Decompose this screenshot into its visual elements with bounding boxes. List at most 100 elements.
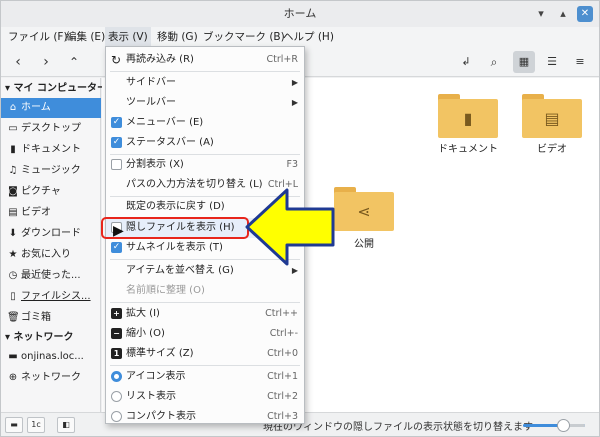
reload-icon: ↻ <box>111 53 122 67</box>
minimize-icon[interactable]: ▾ <box>533 6 549 22</box>
menu-bar: ファイル (F) 編集 (E) 表示 (V) 移動 (G) ブックマーク (B)… <box>1 27 599 47</box>
open-terminal-icon[interactable]: ↲ <box>455 51 477 73</box>
sidebar-item-label: ドキュメント <box>21 144 81 155</box>
film-icon: ▤ <box>544 109 560 128</box>
menu-item-list-view[interactable]: リスト表示 Ctrl+2 <box>106 387 304 407</box>
sidebar-section-my-computer[interactable]: ▾ マイ コンピューター <box>1 80 107 98</box>
sidebar-toggle-icon[interactable]: ◧ <box>57 417 75 433</box>
folder-public[interactable]: ⋖ <box>334 187 394 231</box>
checkbox-checked-icon: ✓ <box>111 137 122 148</box>
icon-view-icon[interactable]: ▦ <box>513 51 535 73</box>
back-icon[interactable]: ‹ <box>7 51 29 73</box>
sidebar-item-label: ファイルシス... <box>21 291 91 302</box>
sidebar-item-label: ミュージック <box>21 165 81 176</box>
menu-item-reload[interactable]: ↻ 再読み込み (R) Ctrl+R <box>106 50 304 70</box>
sidebar-item-label: ホーム <box>21 102 51 113</box>
folder-label: ビデオ <box>537 144 567 155</box>
folder-videos[interactable]: ▤ <box>522 94 582 138</box>
menu-item-compact-view[interactable]: コンパクト表示 Ctrl+3 <box>106 407 304 427</box>
menu-item-menubar[interactable]: ✓ メニューバー (E) <box>106 113 304 133</box>
annotation-arrow-icon <box>245 188 335 266</box>
clock-icon: ◷ <box>8 270 18 281</box>
menu-help[interactable]: ヘルプ (H) <box>280 27 337 47</box>
normal-size-icon: 1 <box>111 348 122 359</box>
sidebar-item-favorites[interactable]: ★ お気に入り <box>1 245 101 265</box>
submenu-arrow-icon: ▶ <box>291 78 298 87</box>
sidebar-item-home[interactable]: ⌂ ホーム <box>1 98 101 118</box>
places-toggle-icon[interactable]: ▬ <box>5 417 23 433</box>
close-icon[interactable]: ✕ <box>577 6 593 22</box>
file-manager-window: ホーム ▾ ▴ ✕ ファイル (F) 編集 (E) 表示 (V) 移動 (G) … <box>0 0 600 437</box>
menu-go[interactable]: 移動 (G) <box>154 27 201 47</box>
sidebar-item-music[interactable]: ♫ ミュージック <box>1 161 101 181</box>
sidebar-item-downloads[interactable]: ⬇ ダウンロード <box>1 224 101 244</box>
drive-icon: ▯ <box>10 291 16 302</box>
document-icon: ▮ <box>10 144 16 155</box>
menu-item-icon-view[interactable]: アイコン表示 Ctrl+1 <box>106 367 304 387</box>
sidebar-section-network[interactable]: ▾ ネットワーク <box>1 329 101 347</box>
share-icon: ⋖ <box>357 202 371 221</box>
menu-item-sidebar[interactable]: サイドバー ▶ <box>106 73 304 93</box>
sidebar-item-pictures[interactable]: ◙ ピクチャ <box>1 182 101 202</box>
zoom-out-icon: − <box>111 328 122 339</box>
mouse-cursor-icon: ▶ <box>113 223 124 239</box>
sidebar-item-onjinas[interactable]: ▬ onjinas.loc... <box>1 347 101 367</box>
menu-edit[interactable]: 編集 (E) <box>63 27 108 47</box>
desktop-icon: ▭ <box>8 123 18 134</box>
radio-selected-icon <box>111 371 122 382</box>
radio-unselected-icon <box>111 391 122 402</box>
star-icon: ★ <box>8 249 18 260</box>
sidebar-section-title: ネットワーク <box>13 332 74 343</box>
sidebar: ▾ マイ コンピューター ⌂ ホーム ▭ デスクトップ ▮ ドキュメント ♫ ミュージッ… <box>1 78 107 412</box>
sidebar-item-trash[interactable]: 🗑 ゴミ箱 <box>1 308 101 328</box>
menu-item-zoom-in[interactable]: + 拡大 (I) Ctrl++ <box>106 304 304 324</box>
sidebar-item-label: お気に入り <box>21 249 71 260</box>
folder-documents[interactable]: ▮ <box>438 94 498 138</box>
compact-view-icon[interactable]: ≡ <box>569 51 591 73</box>
search-icon[interactable]: ⌕ <box>483 51 505 73</box>
menu-item-statusbar[interactable]: ✓ ステータスバー (A) <box>106 133 304 153</box>
sidebar-section-title: マイ コンピューター <box>13 83 107 94</box>
sidebar-item-label: 最近使った... <box>21 270 81 281</box>
forward-icon[interactable]: › <box>35 51 57 73</box>
checkbox-unchecked-icon <box>111 159 122 170</box>
network-icon: ⊕ <box>8 372 18 383</box>
maximize-icon[interactable]: ▴ <box>555 6 571 22</box>
sidebar-item-network[interactable]: ⊕ ネットワーク <box>1 368 101 388</box>
menu-view[interactable]: 表示 (V) <box>105 27 151 47</box>
submenu-arrow-icon: ▶ <box>291 98 298 107</box>
sidebar-item-recent[interactable]: ◷ 最近使った... <box>1 266 101 286</box>
tree-toggle-button[interactable]: 1c <box>27 417 45 433</box>
window-title: ホーム <box>283 7 317 20</box>
sidebar-item-label: ゴミ箱 <box>21 312 51 323</box>
sidebar-item-label: ビデオ <box>21 207 51 218</box>
title-bar[interactable]: ホーム <box>1 1 599 27</box>
menu-item-arrange-by-name: 名前順に整理 (O) <box>126 285 205 296</box>
sidebar-item-filesystem[interactable]: ▯ ファイルシス... <box>1 287 101 307</box>
menu-bookmarks[interactable]: ブックマーク (B) <box>200 27 288 47</box>
radio-unselected-icon <box>111 411 122 422</box>
checkbox-checked-icon: ✓ <box>111 242 122 253</box>
menu-item-normal-size[interactable]: 1 標準サイズ (Z) Ctrl+0 <box>106 344 304 364</box>
document-icon: ▮ <box>463 109 473 128</box>
list-view-icon[interactable]: ☰ <box>541 51 563 73</box>
folder-label: ドキュメント <box>438 144 498 155</box>
up-icon[interactable]: ⌃ <box>63 51 85 73</box>
sidebar-item-documents[interactable]: ▮ ドキュメント <box>1 140 101 160</box>
menu-file[interactable]: ファイル (F) <box>5 27 71 47</box>
camera-icon: ◙ <box>8 186 18 197</box>
sidebar-item-videos[interactable]: ▤ ビデオ <box>1 203 101 223</box>
sidebar-item-desktop[interactable]: ▭ デスクトップ <box>1 119 101 139</box>
sidebar-item-label: ダウンロード <box>21 228 81 239</box>
menu-item-split-view[interactable]: 分割表示 (X) F3 <box>106 155 304 175</box>
zoom-in-icon: + <box>111 308 122 319</box>
sidebar-item-label: デスクトップ <box>21 123 81 134</box>
zoom-slider-handle[interactable] <box>557 419 570 432</box>
sidebar-item-label: ピクチャ <box>21 186 61 197</box>
home-icon: ⌂ <box>9 102 17 113</box>
sidebar-item-label: ネットワーク <box>21 372 81 383</box>
music-icon: ♫ <box>8 165 18 176</box>
menu-item-zoom-out[interactable]: − 縮小 (O) Ctrl+- <box>106 324 304 344</box>
video-icon: ▤ <box>8 207 18 218</box>
menu-item-toolbar[interactable]: ツールバー ▶ <box>106 93 304 113</box>
